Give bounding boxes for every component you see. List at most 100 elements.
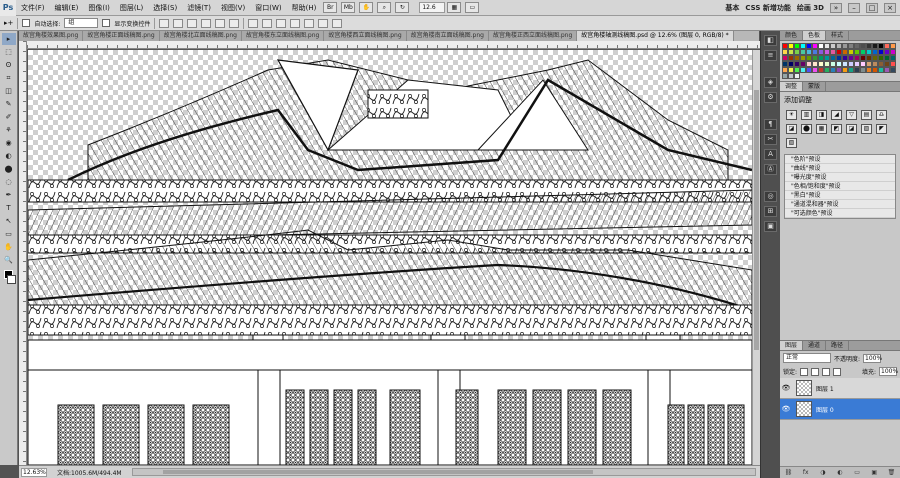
vibrance-icon[interactable]: ▽ [846,110,857,120]
vertical-scrollbar[interactable] [752,50,760,465]
channel-mixer-icon[interactable]: ▦ [816,124,827,134]
menu-edit[interactable]: 编辑(E) [50,0,84,16]
gradient-tool-icon[interactable]: ◌ [2,176,16,188]
tab-styles[interactable]: 样式 [826,31,850,40]
opacity-field[interactable]: 100% [863,353,882,363]
menu-image[interactable]: 图像(I) [83,0,115,16]
tool-presets-icon[interactable]: ⊞ [764,206,777,217]
color-swatch[interactable] [794,73,800,79]
rotate-view-icon[interactable]: ↻ [395,2,410,13]
status-zoom-field[interactable]: 12.63% [21,467,47,477]
color-balance-icon[interactable]: ♎ [876,110,887,120]
visibility-eye-icon[interactable]: 👁 [780,384,792,392]
menu-help[interactable]: 帮助(H) [287,0,322,16]
document-size-info[interactable]: 文档:1005.6M/494.4M [57,468,122,477]
auto-select-dropdown[interactable]: 组 [64,18,99,28]
photo-filter-icon[interactable]: ⬤ [801,124,812,134]
layer-row[interactable]: 👁 图层 1 [780,378,900,399]
align-bottom-icon[interactable] [187,18,198,28]
lock-position-icon[interactable] [822,367,831,376]
preset-curves[interactable]: "曲线"预设 [785,164,895,173]
minimize-icon[interactable]: – [848,2,860,13]
navigator-icon[interactable]: ◈ [764,77,777,88]
hand-icon[interactable]: ✋ [359,2,374,13]
invert-icon[interactable]: ◩ [831,124,842,134]
close-icon[interactable]: × [884,2,896,13]
doc-tab[interactable]: 故宫角楼北立面线稿图.png [159,31,242,41]
layer-mask-icon[interactable]: ◑ [818,469,827,477]
3d-panel-icon[interactable]: ▣ [764,221,777,232]
fill-field[interactable]: 100% [879,367,898,376]
posterize-icon[interactable]: ◪ [846,124,857,134]
doc-tab[interactable]: 故宫角楼东立面线稿图.png [241,31,325,41]
workspace-essentials[interactable]: 基本 [725,3,739,13]
brush-presets-icon[interactable]: ◎ [764,191,777,202]
new-group-icon[interactable]: ▭ [853,469,862,477]
preset-levels[interactable]: "色阶"预设 [785,155,895,164]
layer-style-icon[interactable]: fx [801,469,810,477]
workspace-css[interactable]: CSS 新增功能 [745,3,790,13]
distribute-vcenter-icon[interactable] [262,18,273,28]
character-styles-icon[interactable]: Ⓐ [764,164,777,175]
menu-filter[interactable]: 滤镜(T) [182,0,216,16]
color-swatch[interactable] [890,67,896,73]
tab-paths[interactable]: 路径 [826,341,850,350]
workspace-painting-3d[interactable]: 绘画 3D [797,3,824,13]
minibridge-icon[interactable]: Mb [341,2,356,13]
paragraph-icon[interactable]: ¶ [764,119,777,130]
document-canvas[interactable] [28,50,752,465]
actions-icon[interactable]: ≡ [764,50,777,61]
doc-tab[interactable]: 故宫角楼正西立面线稿图.png [488,31,578,41]
vertical-ruler[interactable] [19,41,27,465]
move-tool-preset-icon[interactable]: ▸+ [4,19,13,27]
selective-color-icon[interactable]: ▧ [786,138,797,148]
levels-icon[interactable]: ▥ [801,110,812,120]
lock-all-icon[interactable] [833,367,842,376]
preset-exposure[interactable]: "曝光度"预设 [785,173,895,182]
new-layer-icon[interactable]: ▣ [870,469,879,477]
adjustment-layer-icon[interactable]: ◐ [835,469,844,477]
show-transform-checkbox[interactable] [102,19,111,27]
clone-stamp-tool-icon[interactable]: ◉ [2,137,16,149]
black-white-icon[interactable]: ◪ [786,124,797,134]
more-workspaces-icon[interactable]: » [830,2,842,13]
vertical-scroll-thumb[interactable] [754,90,759,350]
move-tool-icon[interactable]: ▸ [1,33,16,45]
menu-view[interactable]: 视图(V) [216,0,250,16]
tab-masks[interactable]: 蒙版 [803,82,827,91]
curves-icon[interactable]: ◨ [816,110,827,120]
pen-tool-icon[interactable]: ✒ [2,189,16,201]
exposure-icon[interactable]: ◢ [831,110,842,120]
blend-mode-dropdown[interactable]: 正常 [783,353,831,363]
preset-hue-saturation[interactable]: "色相/饱和度"预设 [785,182,895,191]
align-left-icon[interactable] [201,18,212,28]
menu-window[interactable]: 窗口(W) [250,0,286,16]
horizontal-scrollbar[interactable] [131,468,756,476]
tab-swatches[interactable]: 色板 [803,31,827,40]
lasso-tool-icon[interactable]: ʘ [2,59,16,71]
hand-tool-icon[interactable]: ✋ [2,241,16,253]
bridge-icon[interactable]: Br [323,2,338,13]
tab-adjustments[interactable]: 调整 [780,82,804,91]
doc-tab[interactable]: 故宫角楼南立面线稿图.png [406,31,489,41]
clone-source-icon[interactable]: ✂ [764,134,777,145]
delete-layer-icon[interactable]: 🗑 [887,469,896,477]
tab-channels[interactable]: 通道 [803,341,827,350]
align-top-icon[interactable] [159,18,170,28]
auto-select-checkbox[interactable] [22,19,31,27]
auto-align-icon[interactable] [332,18,343,28]
tab-layers[interactable]: 图层 [780,341,804,350]
horizontal-scroll-thumb[interactable] [162,470,593,474]
doc-tab[interactable]: 故宫角楼正面线稿图.png [83,31,160,41]
preset-black-white[interactable]: "黑白"预设 [785,191,895,200]
doc-tab-active[interactable]: 故宫角楼轴测线稿图.psd @ 12.6% (图层 0, RGB/8) * [577,31,734,41]
arrange-documents-icon[interactable]: ▦ [447,2,462,13]
quick-select-tool-icon[interactable]: ⌗ [2,72,16,84]
history-icon[interactable]: ◧ [764,35,777,46]
distribute-right-icon[interactable] [318,18,329,28]
layer-name[interactable]: 图层 1 [816,384,834,393]
eyedropper-tool-icon[interactable]: ✎ [2,98,16,110]
crop-tool-icon[interactable]: ◫ [2,85,16,97]
maximize-icon[interactable]: □ [866,2,878,13]
link-layers-icon[interactable]: ⛓ [784,469,793,477]
